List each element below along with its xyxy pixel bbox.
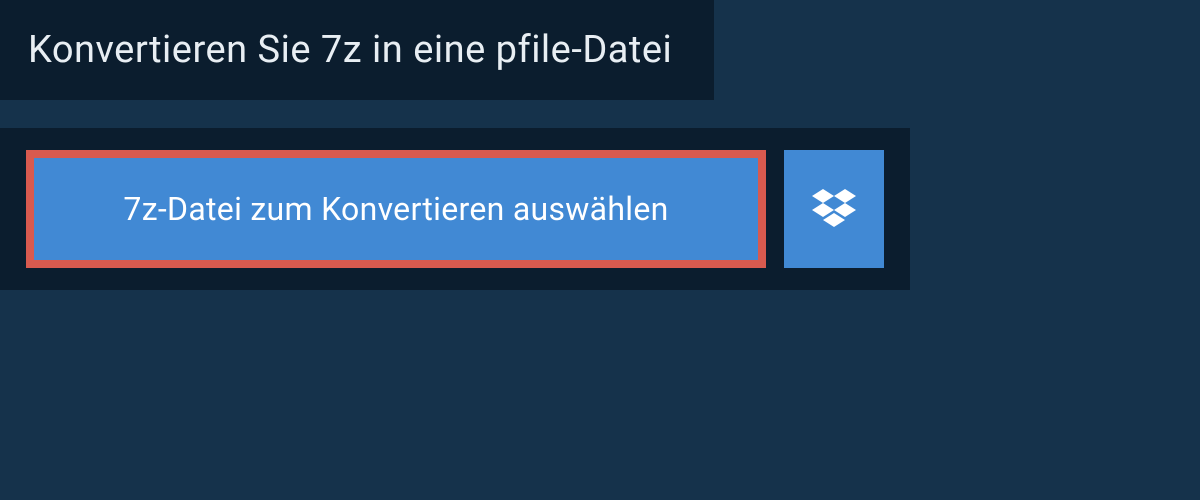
upload-panel: 7z-Datei zum Konvertieren auswählen [0, 128, 910, 290]
select-file-label: 7z-Datei zum Konvertieren auswählen [123, 190, 668, 228]
dropbox-icon [812, 189, 856, 229]
select-file-button[interactable]: 7z-Datei zum Konvertieren auswählen [26, 150, 766, 268]
page-title: Konvertieren Sie 7z in eine pfile-Datei [28, 28, 672, 72]
dropbox-button[interactable] [784, 150, 884, 268]
header-bar: Konvertieren Sie 7z in eine pfile-Datei [0, 0, 714, 100]
